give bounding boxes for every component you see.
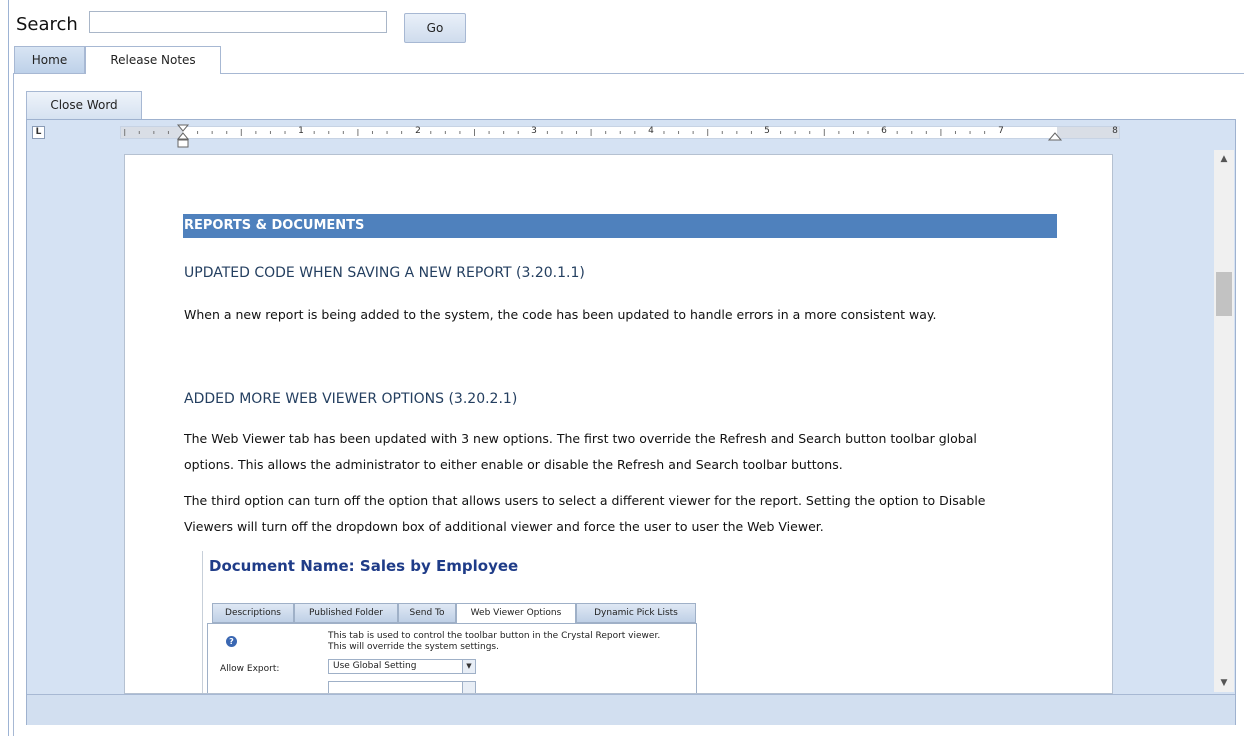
indent-marker-right[interactable] [1048,132,1062,142]
embedded-doc-name: Document Name: Sales by Employee [209,557,519,575]
tab-panel-left-edge [13,73,14,736]
second-select [328,681,476,693]
allow-export-label: Allow Export: [220,664,280,674]
vertical-scrollbar[interactable] [1214,150,1234,692]
ruler-number: 4 [648,126,654,136]
ruler-number: 8 [1112,126,1118,136]
embedded-tab-dynamic-pick-lists: Dynamic Pick Lists [576,603,696,623]
paragraph-disable-viewers-line2: Viewers will turn off the dropdown box o… [184,519,824,534]
tab-stop-selector[interactable]: L [32,126,45,139]
ruler-number: 3 [531,126,537,136]
go-button[interactable]: Go [404,13,466,43]
ruler-ticks [124,129,986,136]
horizontal-ruler[interactable]: 1 2 3 4 5 6 7 8 [120,126,1120,139]
embedded-tab-body: ? This tab is used to control the toolba… [207,623,697,693]
embedded-description: This tab is used to control the toolbar … [328,631,660,653]
embedded-tab-published-folder: Published Folder [294,603,398,623]
scrollbar-thumb[interactable] [1216,272,1232,316]
close-word-button[interactable]: Close Word [26,91,142,119]
window-left-border [8,0,9,736]
heading-web-viewer-options: ADDED MORE WEB VIEWER OPTIONS (3.20.2.1) [184,391,518,407]
ruler-number: 5 [764,126,770,136]
ruler-number: 1 [298,126,304,136]
paragraph-disable-viewers-line1: The third option can turn off the option… [184,493,986,508]
paragraph-web-viewer-line1: The Web Viewer tab has been updated with… [184,431,977,446]
embedded-screenshot: Document Name: Sales by Employee Descrip… [202,551,723,693]
embedded-description-line2: This will override the system settings. [328,642,499,652]
ruler-number: 6 [881,126,887,136]
chevron-down-icon: ▼ [462,660,475,673]
paragraph-updated-code: When a new report is being added to the … [184,307,937,322]
search-input[interactable] [89,11,387,33]
allow-export-select: Use Global Setting ▼ [328,659,476,674]
paragraph-web-viewer-line2: options. This allows the administrator t… [184,457,843,472]
search-label: Search [16,14,78,35]
section-title: REPORTS & DOCUMENTS [183,214,1057,238]
embedded-description-line1: This tab is used to control the toolbar … [328,631,661,641]
tab-home[interactable]: Home [14,46,85,73]
status-bar [27,694,1235,725]
ruler-number: 7 [998,126,1004,136]
allow-export-value: Use Global Setting [333,661,417,671]
scroll-down-icon[interactable]: ▼ [1214,674,1234,692]
heading-updated-code: UPDATED CODE WHEN SAVING A NEW REPORT (3… [184,265,585,281]
question-icon: ? [226,636,237,647]
document-page[interactable]: REPORTS & DOCUMENTS UPDATED CODE WHEN SA… [124,154,1113,694]
indent-marker-left[interactable] [176,124,190,150]
ruler-number: 2 [415,126,421,136]
embedded-tab-web-viewer-options: Web Viewer Options [456,603,576,623]
scroll-up-icon[interactable]: ▲ [1214,150,1234,168]
chevron-down-icon [462,682,475,693]
embedded-tab-send-to: Send To [398,603,456,623]
embedded-tab-descriptions: Descriptions [212,603,294,623]
tab-release-notes[interactable]: Release Notes [85,46,221,74]
